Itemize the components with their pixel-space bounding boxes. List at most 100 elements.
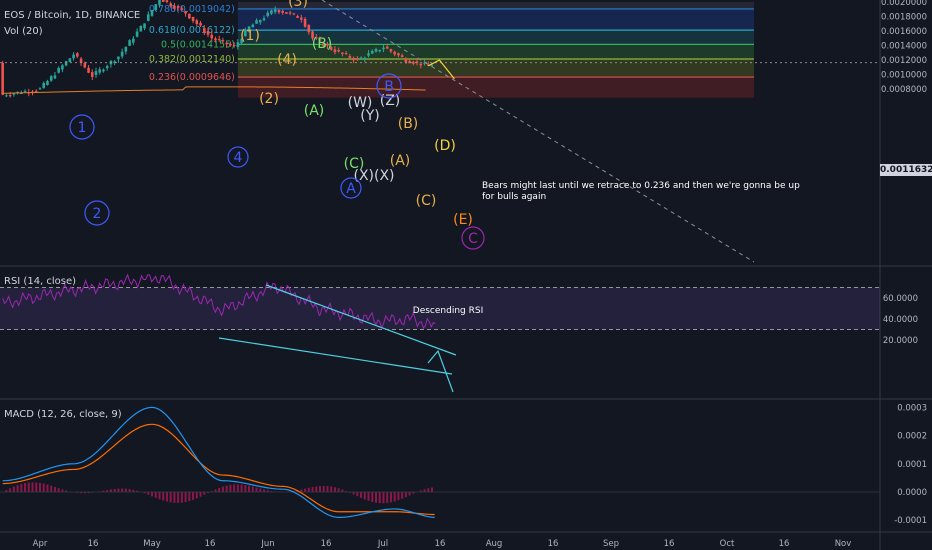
macd-histogram-bar: [203, 492, 206, 495]
macd-histogram-bar: [229, 484, 232, 492]
fib-level-label: 0.786(0.0019042): [149, 4, 235, 15]
candle-body: [61, 65, 64, 70]
candle-body: [397, 53, 400, 56]
candle-body: [42, 83, 46, 88]
macd-histogram-bar: [431, 487, 433, 492]
macd-indicator-label[interactable]: MACD (12, 26, close, 9): [4, 409, 122, 420]
macd-histogram-bar: [330, 486, 333, 492]
candle-body: [68, 58, 72, 63]
candle-body: [165, 0, 169, 2]
wave-label: (E): [453, 212, 473, 228]
candle-body: [285, 12, 288, 14]
candle-body: [225, 42, 228, 45]
macd-histogram-bar: [326, 486, 329, 492]
macd-histogram-bar: [221, 486, 224, 492]
time-axis-label: Nov: [835, 539, 852, 549]
candle-body: [195, 20, 199, 25]
candle-body: [79, 58, 83, 63]
candle-body: [202, 28, 206, 33]
candle-body: [158, 0, 161, 5]
macd-histogram-bar: [184, 492, 187, 503]
candle-body: [359, 57, 363, 60]
chart-canvas[interactable]: 0.786(0.0019042)0.618(0.0016122)0.5(0.00…: [0, 0, 932, 550]
rsi-axis-label: 20.0000: [883, 336, 918, 346]
macd-histogram-bar: [154, 492, 157, 498]
macd-histogram-bar: [401, 492, 404, 499]
macd-histogram-bar: [173, 492, 176, 503]
candle-body: [367, 53, 370, 56]
macd-histogram-bar: [31, 482, 34, 492]
candle-body: [430, 65, 434, 67]
candle-body: [385, 46, 389, 49]
macd-histogram-bar: [367, 492, 370, 501]
candle-body: [400, 55, 404, 58]
fib-zone: [237, 8, 754, 31]
candle-body: [1, 62, 4, 95]
macd-histogram-bar: [248, 485, 251, 492]
candle-body: [404, 58, 408, 63]
candle-body: [76, 53, 79, 57]
candle-body: [419, 63, 423, 66]
time-axis-label: 16: [548, 539, 559, 549]
symbol-title[interactable]: EOS / Bitcoin, 1D, BINANCE: [4, 10, 140, 21]
macd-histogram-bar: [46, 484, 49, 492]
candle-body: [374, 48, 378, 52]
macd-histogram-bar: [315, 486, 318, 492]
candle-body: [337, 50, 340, 52]
wave-circle-label: 2: [93, 206, 102, 222]
wave-label: (C): [416, 193, 437, 209]
macd-histogram-bar: [218, 487, 221, 492]
time-axis-label: Aug: [486, 539, 503, 549]
macd-histogram-bar: [337, 488, 340, 492]
macd-axis-label: -0.0001: [894, 516, 927, 526]
macd-histogram-bar: [199, 492, 202, 497]
macd-histogram-bar: [386, 492, 389, 503]
fib-level-label: 0.236(0.0009646): [149, 72, 235, 83]
candle-body: [94, 71, 98, 75]
candle-body: [120, 51, 124, 57]
candle-body: [5, 95, 8, 97]
candle-body: [221, 40, 225, 42]
candle-body: [288, 12, 292, 14]
wave-label: (B): [398, 116, 419, 132]
wave-label: (X)(X): [353, 168, 394, 184]
macd-histogram-bar: [389, 492, 392, 503]
wave-label: (4): [277, 52, 297, 68]
macd-histogram-bar: [113, 488, 116, 492]
time-axis-label: 16: [435, 539, 446, 549]
candle-body: [307, 25, 311, 33]
macd-histogram-bar: [393, 492, 396, 502]
volume-indicator-label[interactable]: Vol (20): [4, 26, 43, 37]
macd-histogram-bar: [195, 492, 198, 499]
wave-label: (A): [304, 103, 325, 119]
wave-label: (D): [434, 138, 456, 154]
candle-body: [352, 57, 355, 61]
candle-body: [393, 51, 396, 55]
macd-histogram-bar: [322, 485, 325, 492]
candle-body: [296, 16, 299, 18]
time-axis-label: 16: [88, 539, 99, 549]
candle-body: [176, 6, 180, 8]
rsi-indicator-label[interactable]: RSI (14, close): [4, 276, 76, 287]
candle-body: [389, 49, 393, 52]
candle-body: [184, 11, 187, 14]
macd-histogram-bar: [53, 486, 56, 492]
macd-histogram-bar: [188, 492, 191, 502]
macd-histogram-bar: [378, 492, 381, 504]
candle-body: [270, 10, 273, 14]
chart-app: 0.786(0.0019042) 0.618(0.0016122) 0.5(0.00…: [0, 0, 932, 550]
candle-body: [217, 39, 221, 41]
fib-level-label: 0.382(0.0012140): [149, 54, 235, 65]
macd-histogram-bar: [12, 486, 15, 492]
wave-circle-label: 1: [78, 120, 87, 136]
macd-histogram-bar: [124, 488, 127, 492]
macd-histogram-bar: [158, 492, 161, 500]
macd-histogram-bar: [382, 492, 385, 504]
macd-histogram-bar: [121, 488, 124, 492]
candle-body: [292, 13, 296, 15]
candle-body: [64, 61, 68, 66]
candle-body: [206, 31, 210, 35]
candle-body: [344, 53, 348, 55]
time-axis-label: Apr: [33, 539, 48, 549]
macd-histogram-bar: [180, 492, 183, 503]
